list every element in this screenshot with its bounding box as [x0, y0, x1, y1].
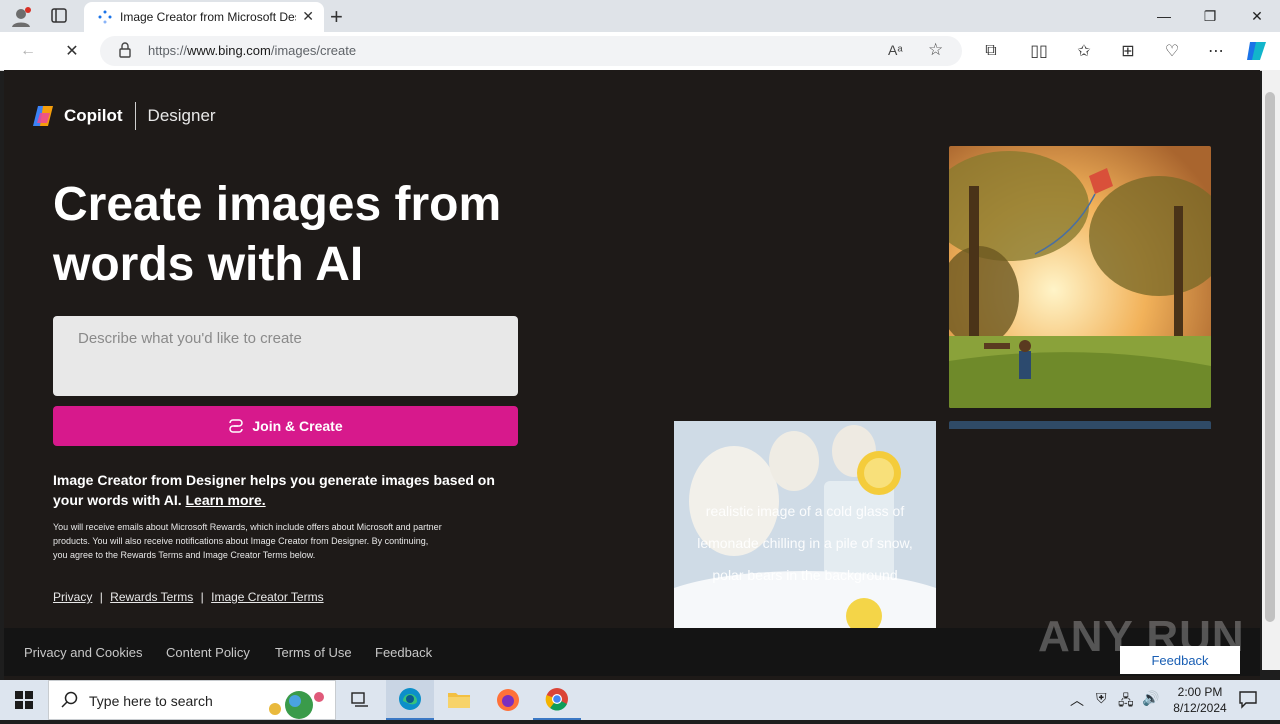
taskbar-firefox-button[interactable] — [484, 680, 532, 720]
restore-button[interactable]: ❐ — [1187, 0, 1233, 32]
browser-tab[interactable]: Image Creator from Microsoft Designer ✕ — [84, 2, 324, 32]
edge-icon — [399, 688, 421, 710]
clock-time: 2:00 PM — [1177, 685, 1223, 699]
notifications-icon[interactable] — [1238, 689, 1258, 709]
learn-more-link[interactable]: Learn more. — [186, 492, 266, 508]
search-placeholder: Type here to search — [89, 693, 213, 709]
profile-icon[interactable] — [10, 6, 32, 28]
gallery-image-placeholder[interactable] — [949, 421, 1211, 429]
feedback-button[interactable]: Feedback — [1120, 646, 1240, 674]
gallery-image-lemonade[interactable]: realistic image of a cold glass of lemon… — [674, 421, 936, 628]
start-button[interactable] — [0, 680, 48, 720]
search-icon — [61, 691, 79, 714]
url-field[interactable]: https://www.bing.com/images/create Aᵃ ☆ — [100, 36, 962, 66]
description-text: Image Creator from Designer helps you ge… — [53, 472, 495, 508]
back-icon[interactable]: ← — [14, 37, 42, 65]
firefox-icon — [497, 689, 519, 711]
header-divider — [134, 102, 136, 130]
fine-print: You will receive emails about Microsoft … — [53, 522, 442, 560]
settings-more-icon[interactable]: ⋯ — [1202, 37, 1230, 65]
tray-volume-icon[interactable]: 🔊 — [1142, 690, 1159, 707]
terms-links: Privacy | Rewards Terms | Image Creator … — [53, 590, 324, 604]
extensions-icon[interactable]: ⧉ — [977, 37, 1005, 65]
footer-link-terms-of-use[interactable]: Terms of Use — [275, 645, 352, 660]
title-line-1: Create images from — [53, 178, 502, 231]
task-view-icon — [351, 692, 368, 707]
taskbar-search-input[interactable]: Type here to search — [48, 680, 336, 720]
footer-link-content-policy[interactable]: Content Policy — [166, 645, 250, 660]
read-aloud-icon[interactable]: Aᵃ — [888, 42, 903, 58]
description: Image Creator from Designer helps you ge… — [53, 470, 523, 510]
url-path: /images/create — [270, 43, 357, 58]
page-title: Create images from words with AI — [53, 175, 653, 295]
stop-loading-icon[interactable]: ✕ — [58, 37, 86, 65]
browser-essentials-icon[interactable]: ♡ — [1158, 37, 1186, 65]
lock-icon[interactable] — [118, 42, 132, 63]
url-prefix: https:// — [148, 43, 188, 58]
join-button-label: Join & Create — [252, 418, 343, 434]
tab-close-icon[interactable]: ✕ — [302, 8, 314, 25]
tab-strip: Image Creator from Microsoft Designer ✕ … — [0, 0, 1280, 32]
prompt-placeholder: Describe what you'd like to create — [78, 330, 302, 347]
minimize-button[interactable]: — — [1141, 0, 1187, 32]
favorite-star-icon[interactable]: ☆ — [928, 40, 943, 60]
site-header: Copilot Designer — [30, 102, 216, 130]
copilot-sidebar-icon[interactable] — [1244, 38, 1270, 64]
copilot-logo-icon[interactable] — [30, 103, 56, 129]
privacy-link[interactable]: Privacy — [53, 590, 92, 604]
clock-date: 8/12/2024 — [1173, 701, 1227, 715]
tray-chevron-icon[interactable]: ︿ — [1070, 690, 1084, 710]
footer-link-privacy-cookies[interactable]: Privacy and Cookies — [24, 645, 143, 660]
footer-link-feedback[interactable]: Feedback — [375, 645, 432, 660]
url-host: www.bing.com — [187, 43, 271, 58]
tab-actions-icon[interactable] — [50, 7, 70, 25]
image-creator-terms-link[interactable]: Image Creator Terms — [211, 590, 323, 604]
taskbar-edge-button[interactable] — [386, 680, 434, 720]
tray-network-icon[interactable]: 🖧 — [1118, 690, 1134, 714]
taskbar-chrome-button[interactable] — [533, 680, 581, 720]
search-highlight-icon — [261, 683, 333, 719]
new-tab-button[interactable]: + — [330, 4, 343, 30]
close-window-button[interactable]: ✕ — [1234, 0, 1280, 32]
tab-title: Image Creator from Microsoft Designer — [120, 10, 296, 24]
join-and-create-button[interactable]: Join & Create — [53, 406, 518, 446]
title-line-2: words with AI — [53, 238, 364, 291]
collections-icon[interactable]: ⊞ — [1114, 37, 1142, 65]
folder-icon — [448, 693, 470, 708]
gallery-image-kite-park[interactable] — [949, 146, 1211, 408]
split-screen-icon[interactable]: ▯▯ — [1025, 37, 1053, 65]
terms-separator: | — [200, 590, 204, 604]
taskbar-explorer-button[interactable] — [435, 680, 483, 720]
gallery-caption: realistic image of a cold glass of lemon… — [697, 503, 913, 583]
favorites-icon[interactable]: ✩ — [1070, 37, 1098, 65]
chrome-icon — [545, 688, 568, 711]
windows-logo-icon — [15, 691, 33, 709]
brand-name[interactable]: Copilot — [64, 106, 123, 126]
task-view-button[interactable] — [336, 680, 384, 720]
terms-separator: | — [99, 590, 103, 604]
loading-favicon-icon — [98, 10, 112, 24]
tray-security-icon[interactable]: ⛨ — [1096, 690, 1107, 707]
scrollbar-thumb[interactable] — [1265, 92, 1275, 622]
product-name[interactable]: Designer — [148, 106, 216, 126]
create-icon — [228, 419, 244, 433]
prompt-input[interactable]: Describe what you'd like to create — [53, 316, 518, 396]
taskbar-clock[interactable]: 2:00 PM 8/12/2024 — [1160, 684, 1240, 716]
rewards-terms-link[interactable]: Rewards Terms — [110, 590, 193, 604]
